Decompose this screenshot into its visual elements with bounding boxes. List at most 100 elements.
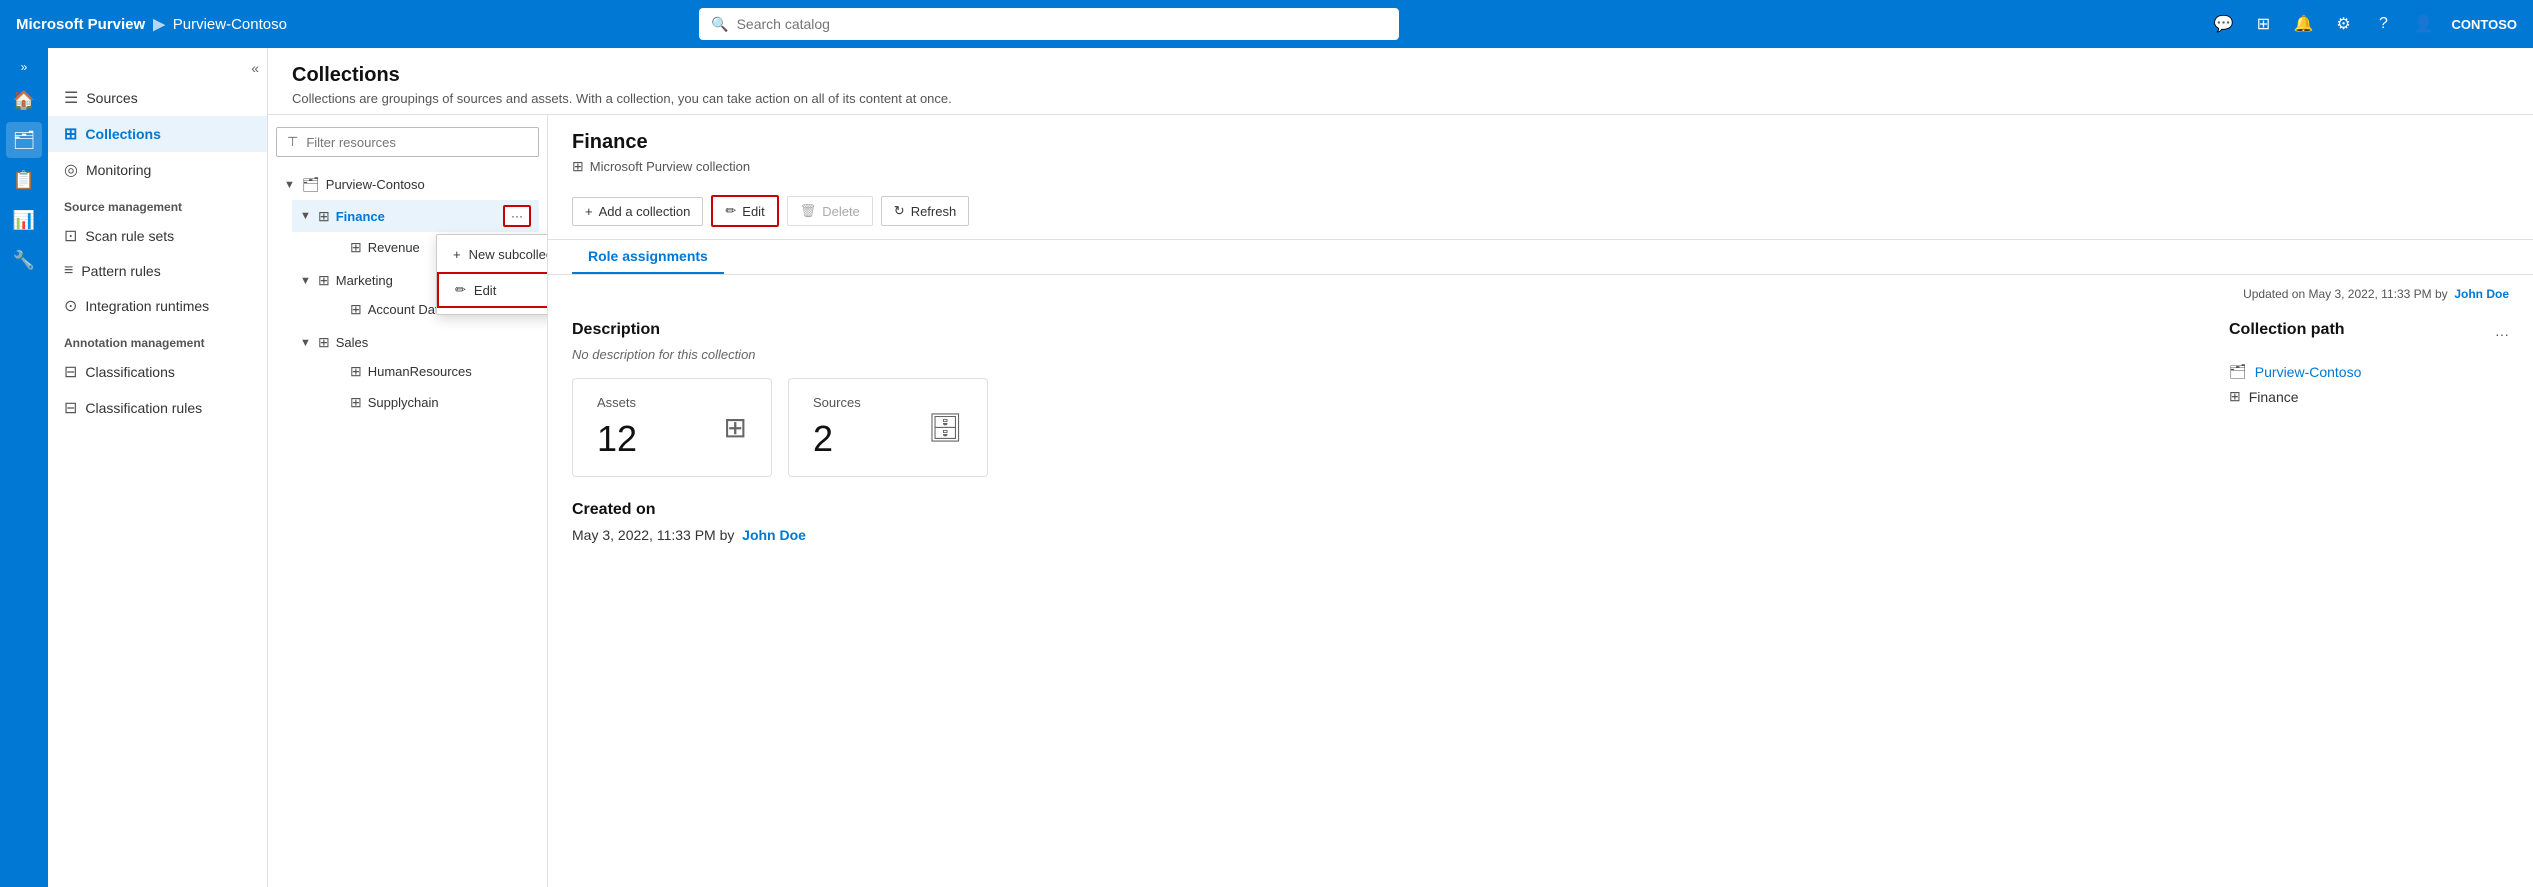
bell-icon[interactable]: 🔔 — [2291, 12, 2315, 36]
dropdown-edit[interactable]: ✏ Edit — [437, 272, 548, 308]
sidebar-item-scan-rule-sets[interactable]: ⊡ Scan rule sets — [48, 218, 267, 254]
detail-updated: Updated on May 3, 2022, 11:33 PM by John… — [548, 283, 2533, 305]
edit-btn[interactable]: ✏ Edit — [711, 195, 778, 227]
settings-icon[interactable]: ⚙ — [2331, 12, 2355, 36]
sidebar-collapse-btn[interactable]: « — [48, 56, 267, 80]
tree-node-sales: ▼ ⊞ Sales ▶ ⊞ HumanResources — [276, 327, 539, 420]
refresh-btn[interactable]: ↻ Refresh — [881, 196, 969, 226]
sources-card-icon: 🗄 — [927, 411, 963, 444]
search-icon: 🔍 — [711, 16, 728, 33]
collections-description: Collections are groupings of sources and… — [292, 91, 2509, 106]
dropdown-new-subcollection[interactable]: + New subcollection — [437, 239, 548, 270]
purview-collection-icon: ⊞ — [572, 158, 584, 175]
sidebar: « ☰ Sources ⊞ Collections ◎ Monitoring S… — [48, 48, 268, 887]
add-collection-label: Add a collection — [599, 204, 691, 219]
sales-icon: ⊞ — [318, 334, 330, 351]
finance-arrow: ▼ — [300, 210, 312, 222]
created-section: Created on May 3, 2022, 11:33 PM by John… — [572, 501, 2197, 543]
sources-card: Sources 2 🗄 — [788, 378, 988, 477]
mini-nav-collections[interactable]: 🗂 — [6, 122, 42, 158]
filter-input-wrapper: ⊤ — [276, 127, 539, 157]
filter-input[interactable] — [306, 135, 528, 150]
collections-body: ⊤ ▼ 🗂 Purview-Contoso ▼ ⊞ — [268, 115, 2533, 887]
path-title: Collection path — [2229, 321, 2345, 339]
refresh-icon: ↻ — [894, 203, 905, 219]
profile-icon[interactable]: 👤 — [2411, 12, 2435, 36]
mini-nav-insights[interactable]: 📊 — [6, 202, 42, 238]
revenue-icon: ⊞ — [350, 239, 362, 256]
supplychain-label: Supplychain — [368, 395, 531, 410]
path-header: Collection path ··· — [2229, 321, 2509, 347]
assets-label: Assets — [597, 395, 637, 410]
mini-nav-manage[interactable]: 🔧 — [6, 242, 42, 278]
sidebar-item-monitoring[interactable]: ◎ Monitoring — [48, 152, 267, 188]
sidebar-item-classifications[interactable]: ⊟ Classifications — [48, 354, 267, 390]
main-layout: » 🏠 🗂 📋 📊 🔧 « ☰ Sources ⊞ Collections ◎ … — [0, 48, 2533, 887]
section-annotation-management: Annotation management — [48, 324, 267, 354]
sidebar-item-collections[interactable]: ⊞ Collections — [48, 116, 267, 152]
add-collection-btn[interactable]: + Add a collection — [572, 197, 703, 226]
integration-runtimes-icon: ⊙ — [64, 296, 77, 316]
root-label: Purview-Contoso — [326, 177, 531, 192]
finance-label: Finance — [336, 209, 497, 224]
topbar: Microsoft Purview ▶ Purview-Contoso 🔍 💬 … — [0, 0, 2533, 48]
tree-node-human-resources-row[interactable]: ▶ ⊞ HumanResources — [324, 358, 539, 385]
scan-rule-sets-icon: ⊡ — [64, 226, 77, 246]
monitoring-icon: ◎ — [64, 160, 78, 180]
sidebar-item-classification-rules[interactable]: ⊟ Classification rules — [48, 390, 267, 426]
assets-icon: ⊞ — [724, 411, 747, 444]
collections-header: Collections Collections are groupings of… — [268, 48, 2533, 115]
tree-node-supplychain-row[interactable]: ▶ ⊞ Supplychain — [324, 389, 539, 416]
add-icon: + — [585, 204, 593, 219]
edit-icon: ✏ — [725, 203, 736, 219]
search-bar[interactable]: 🔍 — [699, 8, 1399, 40]
account-data-icon: ⊞ — [350, 301, 362, 318]
supplychain-icon: ⊞ — [350, 394, 362, 411]
tree-node-finance: ▼ ⊞ Finance ··· + New subcollection — [276, 198, 539, 265]
new-subcollection-icon: + — [453, 247, 461, 262]
sidebar-label-collections: Collections — [85, 126, 160, 142]
updated-text: Updated on May 3, 2022, 11:33 PM by — [2243, 287, 2448, 301]
collections-icon: ⊞ — [64, 124, 77, 144]
user-label: CONTOSO — [2451, 17, 2517, 32]
assets-count: 12 — [597, 418, 637, 460]
mini-nav-expand[interactable]: » — [17, 56, 32, 78]
feedback-icon[interactable]: 💬 — [2211, 12, 2235, 36]
path-item-purview-label: Purview-Contoso — [2255, 364, 2362, 380]
created-date: May 3, 2022, 11:33 PM by John Doe — [572, 527, 2197, 543]
detail-main: Description No description for this coll… — [572, 321, 2197, 543]
tree-node-sales-row[interactable]: ▼ ⊞ Sales — [292, 329, 539, 356]
sidebar-item-pattern-rules[interactable]: ≡ Pattern rules — [48, 254, 267, 288]
tree-node-root[interactable]: ▼ 🗂 Purview-Contoso — [276, 171, 539, 198]
detail-toolbar: + Add a collection ✏ Edit 🗑 Delete ↻ Ref… — [548, 183, 2533, 240]
detail-side: Collection path ··· 🗂 Purview-Contoso ⊞ … — [2229, 321, 2509, 543]
sources-label: Sources — [813, 395, 861, 410]
tree-root: ▼ 🗂 Purview-Contoso ▼ ⊞ Finance ··· — [276, 169, 539, 422]
sources-count: 2 — [813, 418, 861, 460]
mini-nav-home[interactable]: 🏠 — [6, 82, 42, 118]
finance-more-btn[interactable]: ··· — [503, 205, 531, 227]
root-icon: 🗂 — [302, 176, 320, 193]
help-icon[interactable]: ? — [2371, 12, 2395, 36]
path-item-purview-contoso[interactable]: 🗂 Purview-Contoso — [2229, 359, 2509, 384]
topbar-right: 💬 ⊞ 🔔 ⚙ ? 👤 CONTOSO — [2211, 12, 2517, 36]
path-more-icon[interactable]: ··· — [2495, 326, 2509, 342]
tree-node-finance-row[interactable]: ▼ ⊞ Finance ··· — [292, 200, 539, 232]
created-user: John Doe — [742, 527, 806, 543]
delete-btn[interactable]: 🗑 Delete — [787, 196, 873, 226]
created-title: Created on — [572, 501, 2197, 519]
mini-nav-catalog[interactable]: 📋 — [6, 162, 42, 198]
delete-label: Delete — [822, 204, 860, 219]
sidebar-item-sources[interactable]: ☰ Sources — [48, 80, 267, 116]
search-input[interactable] — [737, 16, 1388, 32]
marketing-icon: ⊞ — [318, 272, 330, 289]
brand-separator: ▶ — [153, 15, 165, 33]
sidebar-item-integration-runtimes[interactable]: ⊙ Integration runtimes — [48, 288, 267, 324]
sidebar-label-monitoring: Monitoring — [86, 162, 151, 178]
marketing-arrow: ▼ — [300, 275, 312, 287]
brand-name: Microsoft Purview — [16, 16, 145, 33]
tab-role-assignments[interactable]: Role assignments — [572, 240, 724, 274]
new-subcollection-label: New subcollection — [469, 247, 548, 262]
apps-icon[interactable]: ⊞ — [2251, 12, 2275, 36]
finance-icon: ⊞ — [318, 208, 330, 225]
